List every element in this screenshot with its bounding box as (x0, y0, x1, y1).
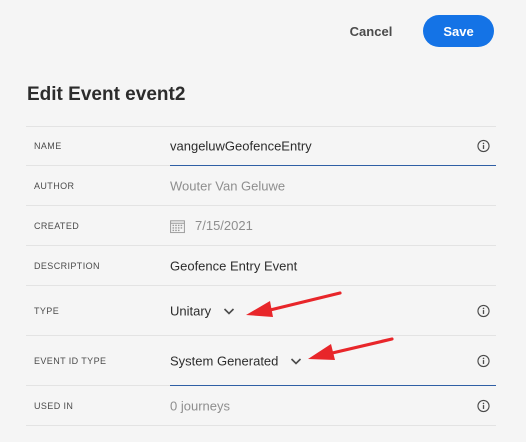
field-label: USED IN (34, 400, 74, 411)
created-value: 7/15/2021 (170, 218, 253, 234)
chevron-down-icon (224, 308, 235, 315)
field-row-author: AUTHOR Wouter Van Geluwe (26, 166, 496, 206)
event-form: NAME vangeluwGeofenceEntry AUTHOR Wouter… (26, 126, 496, 426)
used-in-value: 0 journeys (170, 398, 230, 413)
field-row-type: TYPE Unitary (26, 286, 496, 336)
field-label: CREATED (34, 220, 80, 231)
field-label: TYPE (34, 305, 60, 316)
event-id-type-selected-value: System Generated (170, 353, 279, 368)
page-title: Edit Event event2 (27, 84, 186, 105)
field-label: AUTHOR (34, 180, 75, 191)
field-label: EVENT ID TYPE (34, 355, 107, 366)
field-row-created: CREATED 7/15/2021 (26, 206, 496, 246)
author-value: Wouter Van Geluwe (170, 178, 286, 193)
name-input[interactable]: vangeluwGeofenceEntry (170, 139, 312, 154)
event-id-type-dropdown[interactable]: System Generated (170, 353, 302, 368)
info-icon[interactable] (477, 354, 490, 367)
field-row-used-in: USED IN 0 journeys (26, 386, 496, 426)
info-icon[interactable] (477, 399, 490, 412)
field-row-description: DESCRIPTION Geofence Entry Event (26, 246, 496, 286)
save-button[interactable]: Save (423, 15, 494, 47)
created-date: 7/15/2021 (195, 217, 253, 233)
cancel-button[interactable]: Cancel (340, 17, 402, 45)
type-selected-value: Unitary (170, 303, 212, 318)
type-dropdown[interactable]: Unitary (170, 303, 235, 318)
field-label: DESCRIPTION (34, 260, 100, 271)
calendar-icon (170, 220, 185, 234)
chevron-down-icon (291, 358, 302, 365)
description-input[interactable]: Geofence Entry Event (170, 258, 297, 273)
field-row-name: NAME vangeluwGeofenceEntry (26, 126, 496, 166)
info-icon[interactable] (477, 304, 490, 317)
field-label: NAME (34, 141, 62, 151)
info-icon[interactable] (477, 139, 490, 153)
field-row-event-id-type: EVENT ID TYPE System Generated (26, 336, 496, 386)
